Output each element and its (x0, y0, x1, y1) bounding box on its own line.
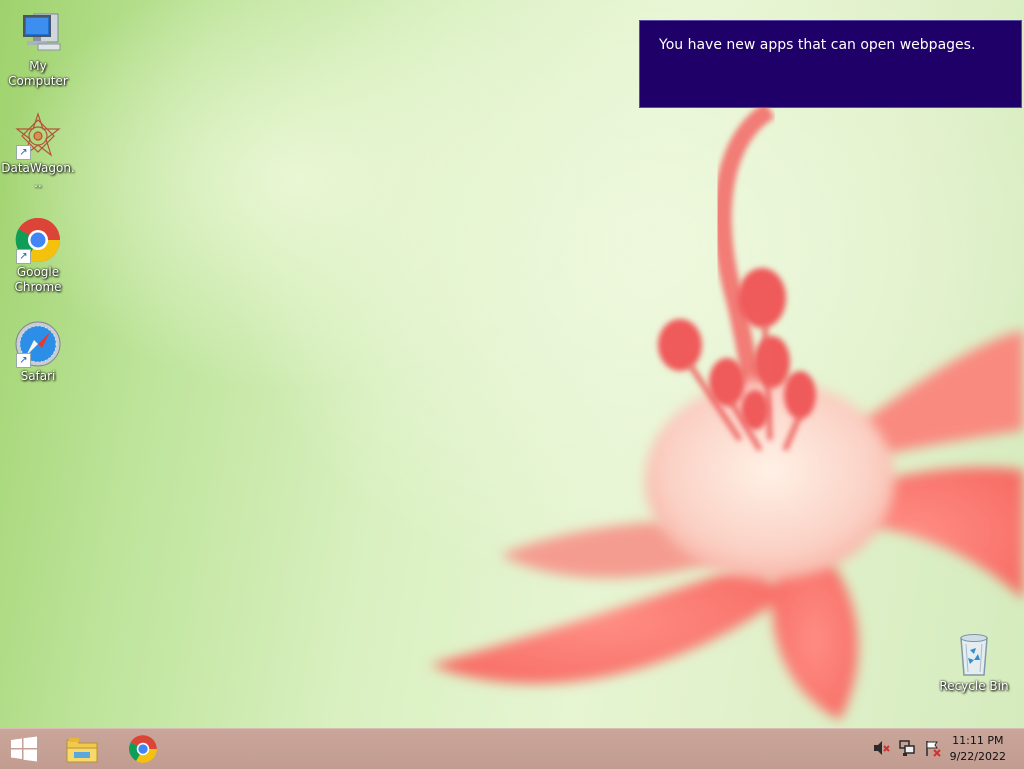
volume-muted-icon[interactable] (872, 739, 892, 759)
desktop-icon-my-computer[interactable]: My Computer (0, 10, 76, 89)
taskbar-chrome[interactable] (115, 729, 171, 769)
datawagon-icon: ↗ (14, 112, 62, 160)
desktop-icon-label: My Computer (8, 59, 68, 88)
chrome-icon (129, 735, 157, 763)
desktop-icon-datawagon[interactable]: ↗ DataWagon... (0, 112, 76, 191)
desktop-icon-recycle-bin[interactable]: Recycle Bin (936, 630, 1012, 694)
desktop-icon-safari[interactable]: ↗ Safari (0, 320, 76, 384)
desktop-icon-label: Recycle Bin (939, 679, 1009, 693)
action-center-flag-icon[interactable] (924, 739, 944, 759)
clock-date: 9/22/2022 (949, 750, 1006, 763)
shortcut-arrow-icon: ↗ (16, 353, 31, 368)
taskbar-clock[interactable]: 11:11 PM 9/22/2022 (950, 733, 1006, 765)
start-icon (11, 736, 37, 762)
network-icon[interactable] (898, 739, 918, 759)
safari-icon: ↗ (14, 320, 62, 368)
taskbar: 11:11 PM 9/22/2022 (0, 728, 1024, 769)
system-tray (872, 729, 944, 769)
desktop-icon-label: DataWagon... (1, 161, 75, 190)
start-button[interactable] (0, 729, 48, 769)
desktop-icon-label: Safari (20, 369, 56, 383)
clock-time: 11:11 PM (952, 734, 1004, 747)
file-explorer-icon (66, 738, 98, 763)
notification-toast[interactable]: You have new apps that can open webpages… (639, 20, 1022, 108)
wallpaper-flower (430, 102, 1024, 720)
computer-icon (14, 10, 62, 58)
chrome-icon: ↗ (14, 216, 62, 264)
taskbar-file-explorer[interactable] (54, 729, 110, 769)
desktop[interactable]: My Computer ↗ DataWagon... ↗ Google Chro… (0, 0, 1024, 728)
shortcut-arrow-icon: ↗ (16, 249, 31, 264)
shortcut-arrow-icon: ↗ (16, 145, 31, 160)
desktop-icon-label: Google Chrome (14, 265, 62, 294)
recycle-bin-icon (950, 630, 998, 678)
desktop-icon-google-chrome[interactable]: ↗ Google Chrome (0, 216, 76, 295)
notification-text: You have new apps that can open webpages… (659, 37, 976, 53)
